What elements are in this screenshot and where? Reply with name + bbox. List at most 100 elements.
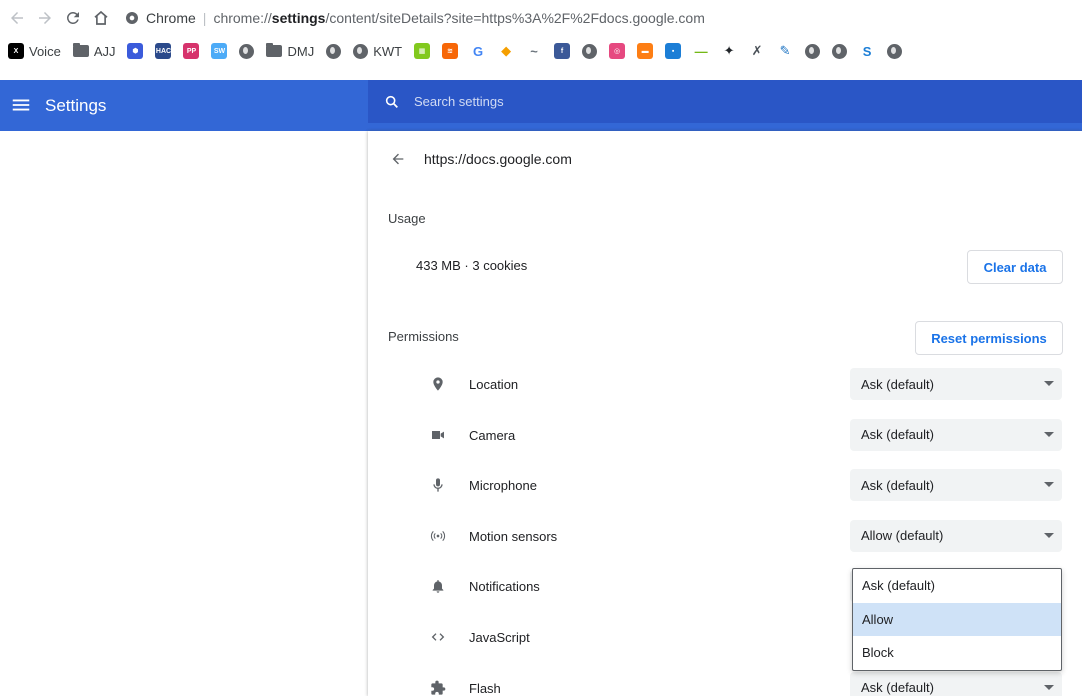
search-bar [368,80,1082,123]
globe-icon [239,43,255,59]
bookmark-item[interactable] [326,43,342,59]
bell-icon [430,578,446,594]
bookmark-item[interactable] [832,43,848,59]
address-bar[interactable]: Chrome | chrome://settings/content/siteD… [124,4,705,32]
flash-select[interactable]: Ask (default) [850,671,1062,696]
dropdown-arrow-icon [1044,532,1054,538]
hamburger-menu-icon[interactable] [8,92,34,118]
folder-icon [266,43,283,57]
instagram-icon: ◎ [609,43,626,59]
globe-icon [887,43,903,59]
globe-icon [805,43,821,59]
back-arrow-icon[interactable] [388,149,408,169]
globe-icon [326,43,342,59]
url-path: /content/siteDetails?site=https%3A%2F%2F… [325,10,705,26]
camera-select[interactable]: Ask (default) [850,418,1062,451]
bookmark-item[interactable]: ✎ [777,43,794,59]
bookmarks-bar: X Voice AJJ ⬢ HAC PP SW DMJ KWT ▦ ≋ G ◆ ~ f ◎ ▬ ▪ — ✦ ✗ ✎ S [0,36,1082,66]
back-arrow-icon[interactable] [6,7,28,29]
forward-arrow-icon[interactable] [34,7,56,29]
bookmark-item[interactable]: ▦ [414,43,431,59]
url-host: settings [271,10,326,26]
permission-label: Location [469,377,519,392]
location-pin-icon [430,376,446,392]
google-g-icon: G [470,43,487,59]
globe-icon [353,43,369,59]
permission-row-motion-sensors: Motion sensors Allow (default) [368,519,1082,554]
script-icon: ✗ [749,43,766,59]
bookmark-item[interactable]: HAC [155,43,172,59]
bookmark-item[interactable] [887,43,903,59]
bookmark-item[interactable]: X Voice [8,43,61,59]
chrome-logo-icon [126,12,138,24]
bookmark-item[interactable]: ▪ [665,43,682,59]
bookmark-item[interactable]: PP [183,43,200,59]
site-header-row: https://docs.google.com [388,149,572,169]
bookmark-item[interactable]: KWT [353,43,403,59]
bag-icon: ▬ [637,43,654,59]
permission-label: Flash [469,680,501,696]
bookmark-item[interactable] [582,43,598,59]
dropdown-option[interactable]: Block [853,636,1061,670]
bookmark-item[interactable]: ✦ [721,43,738,59]
bookmark-item[interactable]: ▬ [637,43,654,59]
chat-icon: ▪ [665,43,682,59]
s-logo-icon: S [859,43,876,59]
reload-icon[interactable] [62,7,84,29]
select-value: Ask (default) [861,376,934,392]
bookmark-item[interactable]: ⬢ [127,43,144,59]
location-select[interactable]: Ask (default) [850,368,1062,400]
hac-icon: HAC [155,43,172,59]
select-value: Ask (default) [861,680,934,696]
x-logo-icon: X [8,43,24,59]
microphone-select[interactable]: Ask (default) [850,469,1062,502]
facebook-icon: f [554,43,571,59]
camera-icon [430,427,446,443]
globe-icon [832,43,848,59]
feather-icon: ✎ [777,43,794,59]
notifications-dropdown-menu: Ask (default) Allow Block [852,568,1062,671]
bookmark-item[interactable]: G [470,43,487,59]
folder-icon [72,43,89,57]
search-icon [385,95,398,108]
bookmark-item[interactable]: AJJ [72,43,115,59]
search-input[interactable] [414,94,1014,109]
bookmark-item[interactable]: ◆ [498,43,515,59]
permission-label: Notifications [469,579,540,595]
bookmark-item[interactable]: DMJ [266,43,315,59]
bookmark-item[interactable]: SW [211,43,228,59]
bookmark-item[interactable]: ≋ [442,43,459,59]
bookmark-item[interactable]: ~ [526,43,543,59]
permission-row-flash: Flash Ask (default) [368,671,1082,696]
bookmark-item[interactable] [805,43,821,59]
select-value: Ask (default) [861,477,934,493]
swf-icon: SW [211,43,228,59]
bookmark-item[interactable]: S [859,43,876,59]
home-icon[interactable] [90,7,112,29]
reset-permissions-button[interactable]: Reset permissions [915,321,1063,355]
dropdown-arrow-icon [1044,431,1054,437]
hexagon-icon: ⬢ [127,43,144,59]
permission-row-location: Location Ask (default) [368,368,1082,402]
bookmark-label: KWT [373,43,403,59]
bookmark-item[interactable]: ✗ [749,43,766,59]
motion-sensors-select[interactable]: Allow (default) [850,519,1062,552]
clear-data-button[interactable]: Clear data [967,250,1063,284]
dropdown-option[interactable]: Ask (default) [853,569,1061,603]
url-scheme: chrome:// [213,10,272,26]
sparkle-icon: ✦ [721,43,738,59]
permissions-heading: Permissions [388,329,459,344]
signature-icon: ~ [526,43,543,59]
usage-heading: Usage [388,211,426,226]
dropdown-option[interactable]: Allow [853,602,1061,637]
bookmark-item[interactable]: ◎ [609,43,626,59]
bookmark-item[interactable]: — [693,43,710,59]
bookmark-label: DMJ [287,43,315,59]
bookmark-item[interactable]: f [554,43,571,59]
site-chip-label: Chrome [146,10,196,26]
permission-row-camera: Camera Ask (default) [368,418,1082,453]
stripes-icon: ≋ [442,43,459,59]
address-separator: | [202,10,207,26]
bookmark-item[interactable] [239,43,255,59]
omnibox-bar: Chrome | chrome://settings/content/siteD… [0,0,1082,36]
